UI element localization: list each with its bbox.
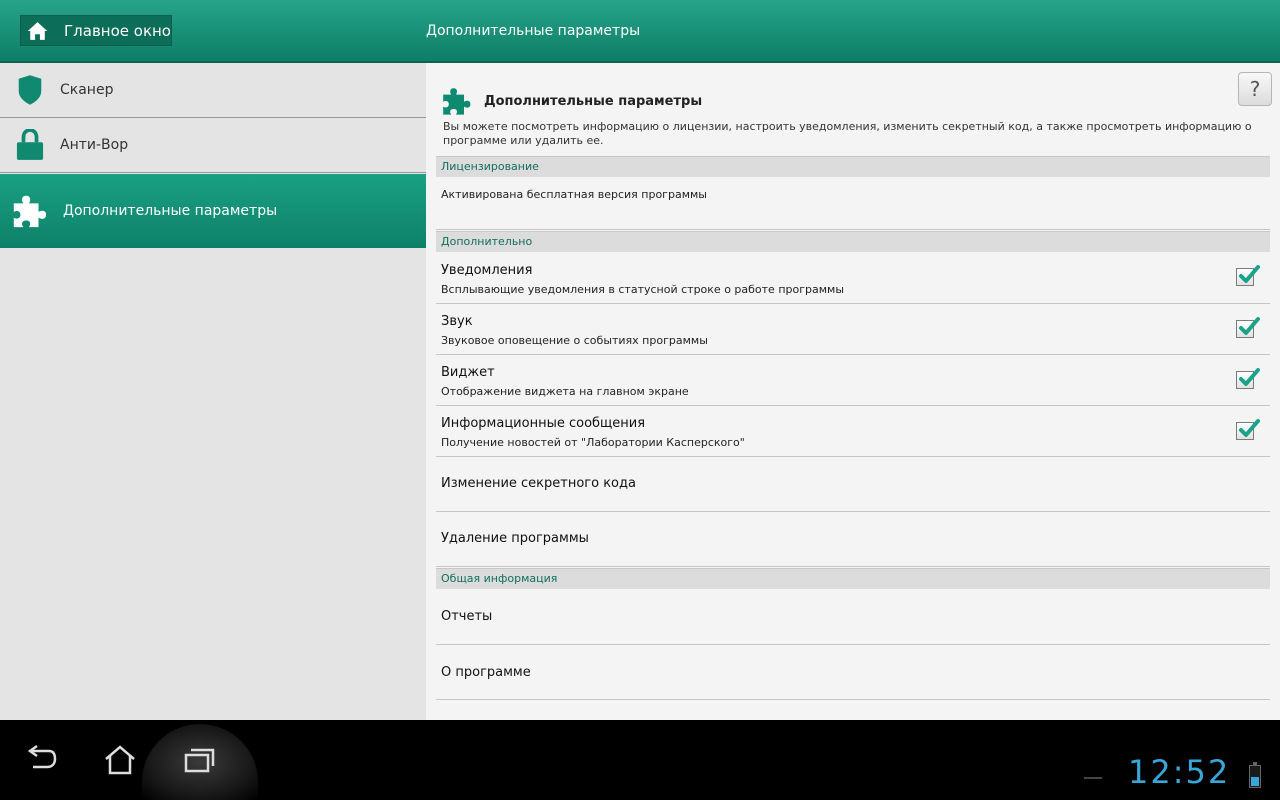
setting-subtitle: Получение новостей от "Лаборатории Каспе…	[441, 436, 745, 449]
widget-checkbox[interactable]	[1236, 368, 1260, 389]
checkmark-icon	[1239, 265, 1260, 283]
reports-row[interactable]: Отчеты	[436, 589, 1270, 645]
link-label: О программе	[441, 665, 531, 680]
lock-icon	[15, 128, 45, 162]
info-messages-checkbox[interactable]	[1236, 419, 1260, 440]
setting-row-notifications[interactable]: Уведомления Всплывающие уведомления в ст…	[436, 252, 1270, 304]
help-button[interactable]: ?	[1238, 72, 1272, 106]
setting-subtitle: Звуковое оповещение о событиях программы	[441, 334, 708, 347]
section-header-licensing: Лицензирование	[436, 156, 1270, 177]
recent-apps-icon	[184, 748, 215, 773]
main-title: Дополнительные параметры	[484, 93, 703, 109]
home-button[interactable]: Главное окно	[20, 15, 172, 46]
sidebar-item-label: Дополнительные параметры	[63, 203, 278, 219]
sidebar-item-scanner[interactable]: Сканер	[0, 63, 426, 118]
sidebar-item-label: Сканер	[60, 82, 114, 98]
battery-icon[interactable]	[1249, 762, 1261, 788]
battery-level	[1251, 777, 1259, 786]
section-header-additional: Дополнительно	[436, 231, 1270, 252]
shield-icon	[15, 73, 45, 107]
checkmark-icon	[1239, 419, 1260, 437]
about-row[interactable]: О программе	[436, 645, 1270, 700]
setting-title: Звук	[441, 314, 473, 329]
license-info-row[interactable]: Активирована бесплатная версия программы	[436, 177, 1270, 230]
uninstall-row[interactable]: Удаление программы	[436, 512, 1270, 567]
setting-row-widget[interactable]: Виджет Отображение виджета на главном эк…	[436, 355, 1270, 406]
main-description: Вы можете посмотреть информацию о лиценз…	[443, 120, 1252, 147]
checkmark-icon	[1239, 368, 1260, 386]
sidebar-item-additional-settings[interactable]: Дополнительные параметры	[0, 174, 426, 248]
section-header-general: Общая информация	[436, 568, 1270, 589]
battery-cap	[1253, 762, 1257, 765]
checkmark-icon	[1239, 317, 1260, 335]
status-separator	[1084, 777, 1102, 779]
system-nav-bar: 12:52	[0, 720, 1280, 800]
home-button-label: Главное окно	[64, 21, 171, 40]
license-status-text: Активирована бесплатная версия программы	[441, 188, 707, 201]
setting-subtitle: Всплывающие уведомления в статусной стро…	[441, 283, 845, 296]
page-title: Дополнительные параметры	[426, 23, 641, 39]
sidebar-item-anti-theft[interactable]: Анти-Вор	[0, 118, 426, 173]
link-label: Изменение секретного кода	[441, 476, 636, 491]
setting-row-sound[interactable]: Звук Звуковое оповещение о событиях прог…	[436, 304, 1270, 355]
back-button[interactable]	[15, 738, 65, 782]
puzzle-icon	[443, 88, 471, 115]
setting-row-info-messages[interactable]: Информационные сообщения Получение новос…	[436, 406, 1270, 457]
recent-apps-button[interactable]	[175, 738, 225, 782]
setting-subtitle: Отображение виджета на главном экране	[441, 385, 689, 398]
top-action-bar: Главное окно Дополнительные параметры	[0, 0, 1280, 63]
sidebar-item-label: Анти-Вор	[60, 137, 129, 153]
sound-checkbox[interactable]	[1236, 317, 1260, 338]
main-panel: ? Дополнительные параметры Вы можете пос…	[426, 63, 1280, 720]
back-icon	[27, 745, 57, 769]
home-outline-icon	[105, 745, 135, 775]
status-clock[interactable]: 12:52	[1128, 753, 1230, 791]
link-label: Отчеты	[441, 609, 493, 624]
home-icon	[27, 21, 48, 40]
sidebar: Сканер Анти-Вор Дополнительные параметры	[0, 63, 426, 720]
setting-title: Информационные сообщения	[441, 416, 646, 431]
puzzle-icon	[10, 192, 48, 230]
change-secret-code-row[interactable]: Изменение секретного кода	[436, 457, 1270, 512]
section-heading: Дополнительные параметры	[440, 85, 702, 117]
notifications-checkbox[interactable]	[1236, 265, 1260, 286]
setting-title: Уведомления	[441, 263, 533, 278]
link-label: Удаление программы	[441, 531, 589, 546]
home-nav-button[interactable]	[95, 738, 145, 782]
setting-title: Виджет	[441, 365, 495, 380]
